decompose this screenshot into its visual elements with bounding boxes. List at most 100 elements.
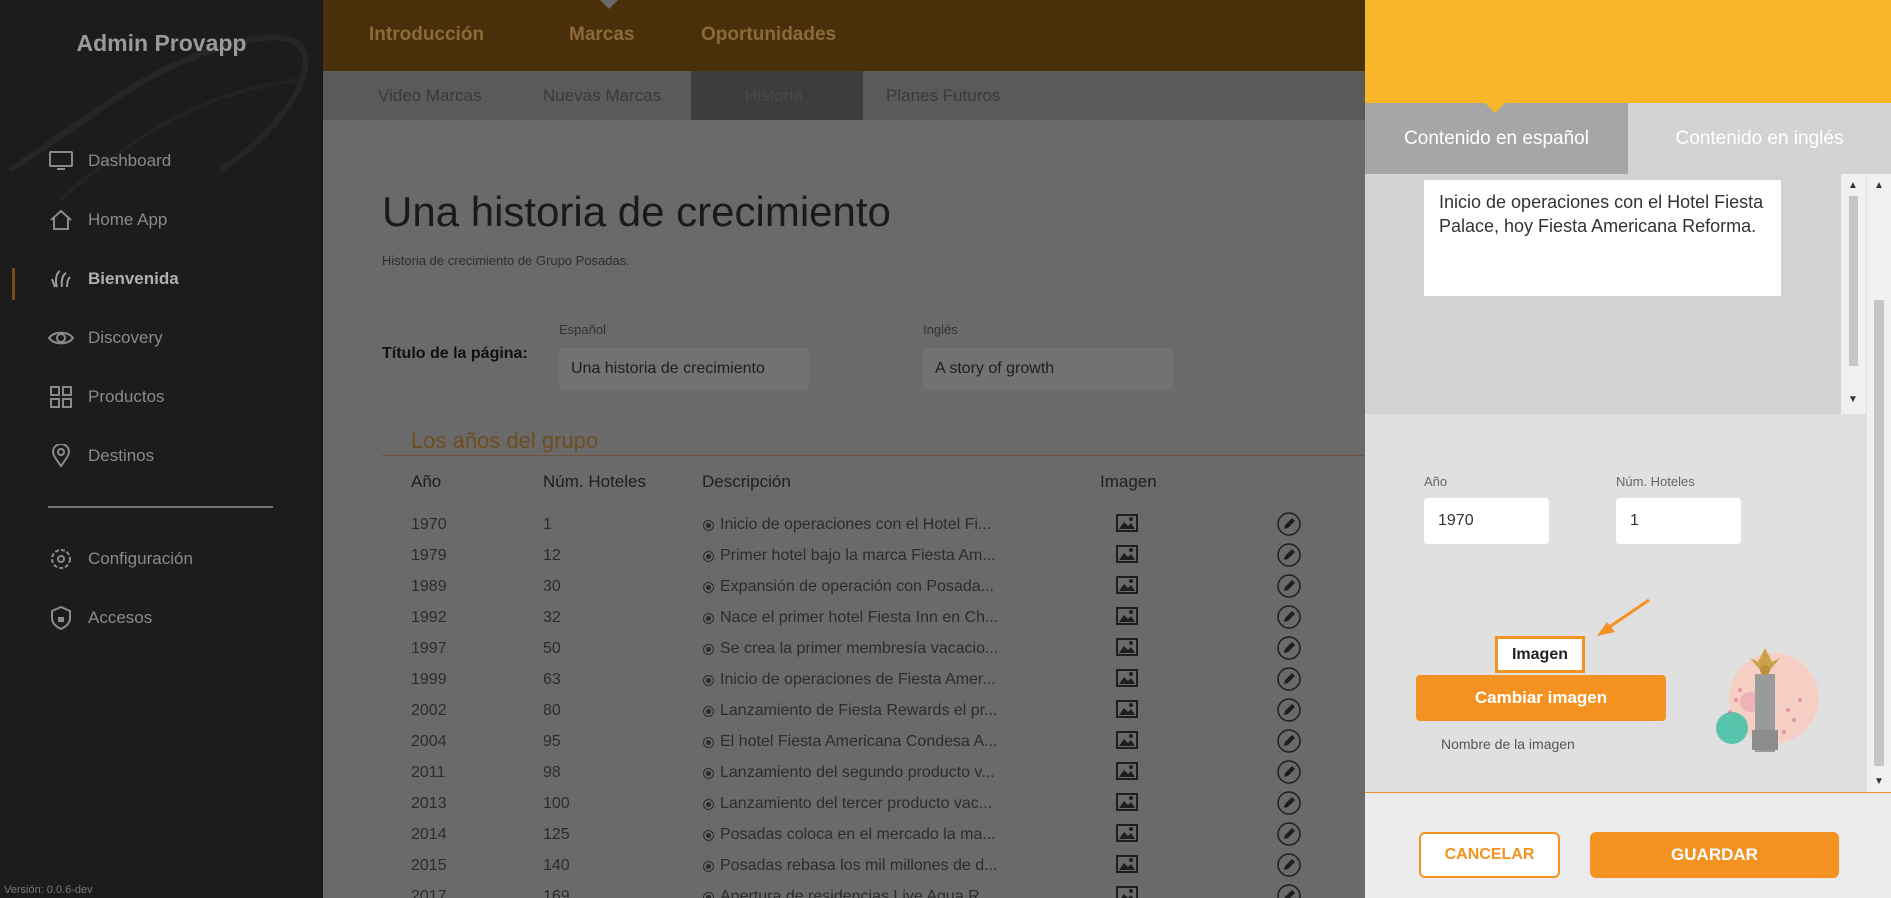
- row-hotels: 12: [543, 547, 561, 564]
- edit-pencil-icon[interactable]: [1277, 543, 1301, 567]
- radio-icon[interactable]: [703, 830, 714, 841]
- row-hotels: 125: [543, 826, 570, 843]
- table-row: 1989 30 Expansión de operación con Posada.…: [323, 571, 1365, 602]
- tab-marcas[interactable]: Marcas: [569, 24, 635, 46]
- radio-icon[interactable]: [703, 861, 714, 872]
- radio-icon[interactable]: [703, 737, 714, 748]
- radio-icon[interactable]: [703, 768, 714, 779]
- radio-icon[interactable]: [703, 892, 714, 898]
- sidebar-item-label: Accesos: [88, 608, 153, 627]
- image-icon: [1116, 855, 1138, 873]
- edit-pencil-icon[interactable]: [1277, 760, 1301, 784]
- subtab-video-marcas[interactable]: Video Marcas: [378, 86, 482, 106]
- radio-icon[interactable]: [703, 799, 714, 810]
- table-row: 2004 95 El hotel Fiesta Americana Condesa …: [323, 726, 1365, 757]
- radio-icon[interactable]: [703, 644, 714, 655]
- subtab-planes-futuros[interactable]: Planes Futuros: [886, 86, 1000, 106]
- table-row: 1979 12 Primer hotel bajo la marca Fiesta …: [323, 540, 1365, 571]
- scrollbar-thumb[interactable]: [1874, 300, 1884, 766]
- map-pin-icon: [48, 443, 74, 469]
- edit-pencil-icon[interactable]: [1277, 853, 1301, 877]
- edit-pencil-icon[interactable]: [1277, 636, 1301, 660]
- subtab-historia[interactable]: Historia: [745, 86, 803, 106]
- active-tab-caret: [600, 0, 618, 9]
- edit-pencil-icon[interactable]: [1277, 791, 1301, 815]
- scroll-up-arrow-icon[interactable]: ▲: [1874, 180, 1884, 191]
- scroll-up-arrow-icon[interactable]: ▲: [1848, 180, 1858, 191]
- row-description: Lanzamiento del tercer producto vac...: [720, 795, 993, 812]
- scroll-down-arrow-icon[interactable]: ▼: [1874, 776, 1884, 787]
- row-hotels: 63: [543, 671, 561, 688]
- sidebar-item-configuracion[interactable]: Configuración: [48, 544, 193, 574]
- edit-pencil-icon[interactable]: [1277, 667, 1301, 691]
- year-input[interactable]: 1970: [1424, 498, 1549, 544]
- row-year: 2002: [411, 702, 447, 719]
- image-label-highlight: Imagen: [1495, 636, 1585, 673]
- tab-contenido-espanol[interactable]: Contenido en español: [1365, 103, 1628, 174]
- subtab-nuevas-marcas[interactable]: Nuevas Marcas: [543, 86, 661, 106]
- monument-image-thumbnail: [1716, 648, 1819, 752]
- hotels-input[interactable]: 1: [1616, 498, 1741, 544]
- row-year: 2014: [411, 826, 447, 843]
- row-hotels: 140: [543, 857, 570, 874]
- edit-pencil-icon[interactable]: [1277, 884, 1301, 898]
- image-icon: [1116, 700, 1138, 718]
- sidebar-item-productos[interactable]: Productos: [48, 382, 165, 412]
- brand-title: Admin Provapp: [76, 30, 247, 56]
- description-textarea[interactable]: Inicio de operaciones con el Hotel Fiest…: [1424, 180, 1781, 296]
- sidebar-item-dashboard[interactable]: Dashboard: [48, 146, 171, 176]
- radio-icon[interactable]: [703, 551, 714, 562]
- description-scrollbar[interactable]: ▲ ▼: [1841, 174, 1866, 414]
- sidebar-item-label: Home App: [88, 210, 168, 229]
- panel-header: [1365, 0, 1891, 103]
- image-icon: [1116, 731, 1138, 749]
- active-indicator: [12, 268, 15, 300]
- title-en-field[interactable]: A story of growth: [923, 348, 1173, 390]
- save-button[interactable]: GUARDAR: [1590, 832, 1839, 878]
- radio-icon[interactable]: [703, 675, 714, 686]
- sidebar-item-bienvenida[interactable]: Bienvenida: [48, 264, 179, 294]
- change-image-button[interactable]: Cambiar imagen: [1416, 675, 1666, 721]
- tab-oportunidades[interactable]: Oportunidades: [701, 24, 836, 46]
- sidebar: Admin Provapp Dashboard Home App Bienven…: [0, 0, 323, 898]
- radio-icon[interactable]: [703, 582, 714, 593]
- table-row: 2011 98 Lanzamiento del segundo producto v…: [323, 757, 1365, 788]
- tab-contenido-ingles[interactable]: Contenido en inglés: [1628, 103, 1891, 174]
- table-row: 2015 140 Posadas rebasa los mil millones d…: [323, 850, 1365, 881]
- row-description: Posadas rebasa los mil millones de d...: [720, 857, 998, 874]
- panel-scrollbar[interactable]: ▲ ▼: [1867, 174, 1891, 792]
- sidebar-item-destinos[interactable]: Destinos: [48, 441, 154, 471]
- scroll-down-arrow-icon[interactable]: ▼: [1848, 394, 1858, 405]
- image-icon: [1116, 514, 1138, 532]
- row-hotels: 30: [543, 578, 561, 595]
- sidebar-item-home-app[interactable]: Home App: [48, 205, 167, 235]
- edit-pencil-icon[interactable]: [1277, 512, 1301, 536]
- image-icon: [1116, 669, 1138, 687]
- radio-icon[interactable]: [703, 613, 714, 624]
- title-es-field[interactable]: Una historia de crecimiento: [559, 348, 809, 390]
- radio-icon[interactable]: [703, 520, 714, 531]
- table-row: 1970 1 Inicio de operaciones con el Hotel …: [323, 509, 1365, 540]
- sidebar-item-label: Dashboard: [88, 151, 172, 170]
- row-year: 2017: [411, 888, 447, 898]
- row-year: 1979: [411, 547, 447, 564]
- row-description: Posadas coloca en el mercado la ma...: [720, 826, 996, 843]
- edit-pencil-icon[interactable]: [1277, 822, 1301, 846]
- row-hotels: 80: [543, 702, 561, 719]
- edit-pencil-icon[interactable]: [1277, 698, 1301, 722]
- sidebar-item-accesos[interactable]: Accesos: [48, 603, 152, 633]
- row-description: Nace el primer hotel Fiesta Inn en Ch...: [720, 609, 999, 626]
- edit-pencil-icon[interactable]: [1277, 605, 1301, 629]
- row-hotels: 1: [543, 516, 552, 533]
- scrollbar-thumb[interactable]: [1849, 196, 1858, 366]
- edit-pencil-icon[interactable]: [1277, 574, 1301, 598]
- row-description: Se crea la primer membresía vacacio...: [720, 640, 999, 657]
- image-icon: [1116, 824, 1138, 842]
- radio-icon[interactable]: [703, 706, 714, 717]
- image-icon: [1116, 607, 1138, 625]
- edit-pencil-icon[interactable]: [1277, 729, 1301, 753]
- image-icon: [1116, 545, 1138, 563]
- cancel-button[interactable]: CANCELAR: [1419, 832, 1560, 878]
- sidebar-item-discovery[interactable]: Discovery: [48, 323, 163, 353]
- tab-introduccion[interactable]: Introducción: [369, 24, 484, 46]
